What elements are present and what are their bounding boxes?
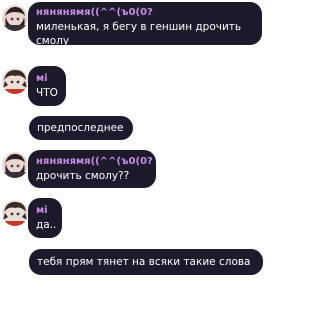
message-bubble-3[interactable]: предпоследнее (29, 116, 133, 140)
avatar-nyanya[interactable] (2, 5, 28, 31)
message-text-line1: миленькая, я бегу в геншин дрочить (36, 21, 242, 33)
message-text-line2: смолу (36, 35, 70, 47)
sender-name: мі (36, 205, 48, 216)
message-bubble-2[interactable]: мі ЧТО (28, 66, 66, 106)
avatar-image (2, 200, 28, 226)
sender-name: мі (36, 73, 48, 84)
avatar-nyanya[interactable] (2, 152, 28, 178)
sender-name: нянянямя((^^(ъ0(0? (36, 7, 153, 18)
avatar-mi[interactable] (2, 68, 28, 94)
message-bubble-4[interactable]: нянянямя((^^(ъ0(0? дрочить смолу?? (28, 150, 156, 188)
message-bubble-6[interactable]: тебя прям тянет на всяки такие слова (29, 249, 263, 275)
message-text: тебя прям тянет на всяки такие слова (37, 256, 251, 268)
avatar-image (2, 68, 28, 94)
message-text: ЧТО (36, 87, 58, 99)
avatar-mi[interactable] (2, 200, 28, 226)
sender-name: нянянямя((^^(ъ0(0? (36, 156, 153, 167)
message-text: предпоследнее (37, 122, 124, 134)
chat-screen: нянянямя((^^(ъ0(0? миленькая, я бегу в г… (0, 0, 264, 320)
message-text: да.. (36, 219, 57, 231)
message-text: дрочить смолу?? (36, 170, 130, 182)
message-bubble-1[interactable]: нянянямя((^^(ъ0(0? миленькая, я бегу в г… (28, 2, 262, 47)
avatar-image (2, 5, 28, 31)
avatar-image (2, 152, 28, 178)
message-bubble-5[interactable]: мі да.. (28, 198, 62, 238)
